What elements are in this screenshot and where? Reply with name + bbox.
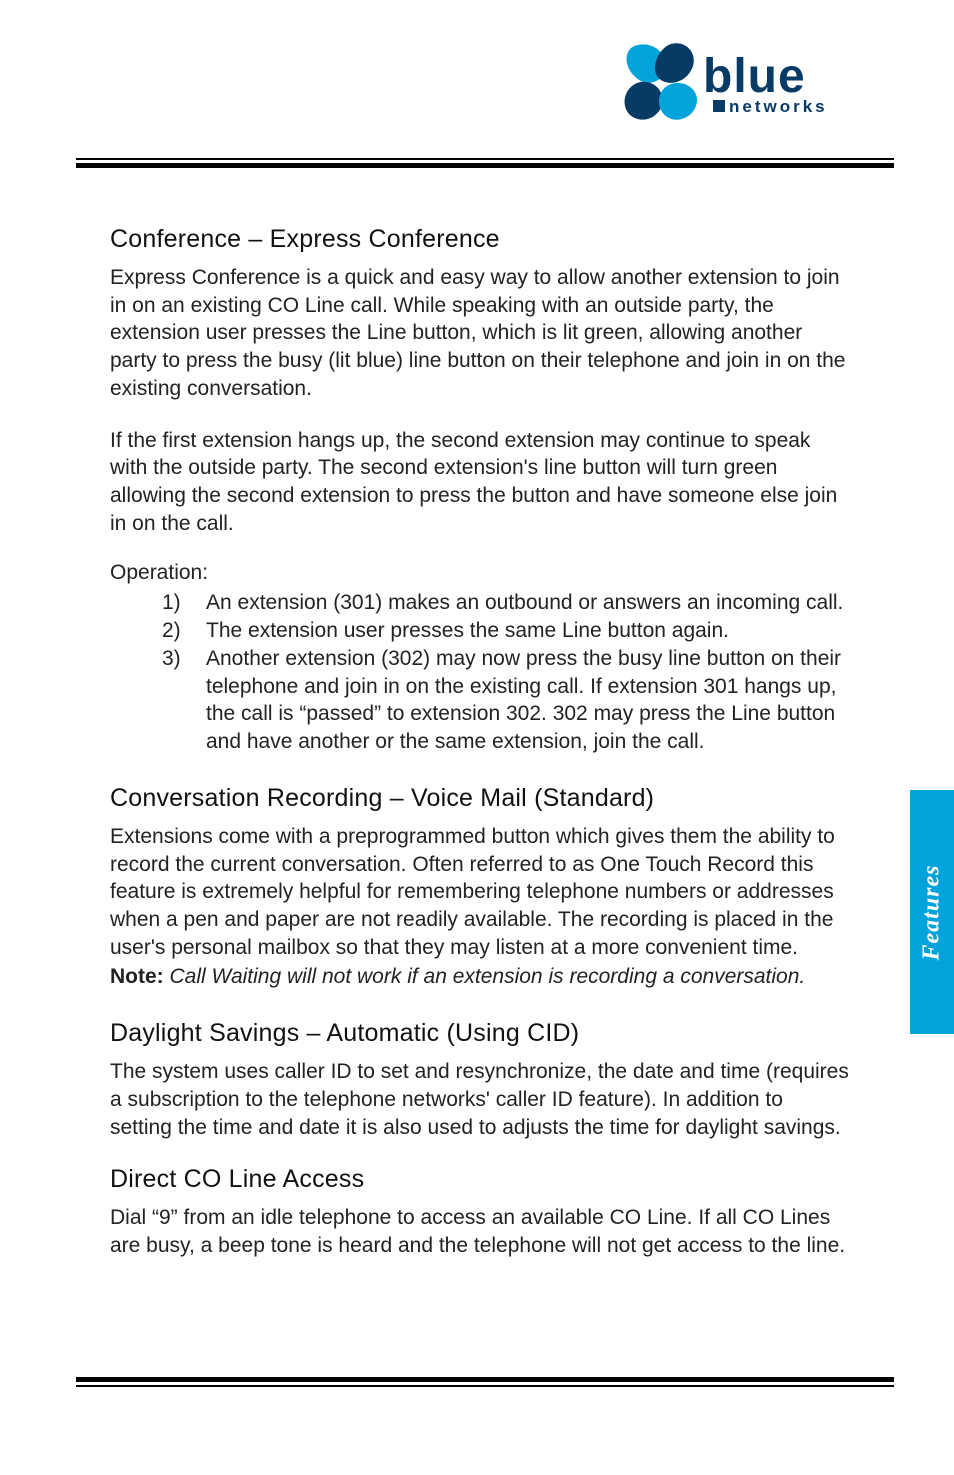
section-title-daylight-savings: Daylight Savings – Automatic (Using CID) [110, 1019, 850, 1048]
paragraph: Dial “9” from an idle telephone to acces… [110, 1204, 850, 1259]
step-text: Another extension (302) may now press th… [206, 645, 850, 756]
step-number: 3) [162, 645, 206, 756]
paragraph: If the first extension hangs up, the sec… [110, 427, 850, 538]
page: blue networks Conference – Express Confe… [0, 0, 954, 1475]
paragraph: Express Conference is a quick and easy w… [110, 264, 850, 403]
paragraph: The system uses caller ID to set and res… [110, 1058, 850, 1141]
note-label: Note: [110, 965, 164, 988]
step-text: An extension (301) makes an outbound or … [206, 589, 850, 617]
operation-label: Operation: [110, 561, 850, 585]
list-item: 2)The extension user presses the same Li… [162, 617, 850, 645]
logo-brand-text: blue [703, 50, 806, 103]
content: Conference – Express Conference Express … [110, 225, 850, 1284]
step-number: 2) [162, 617, 206, 645]
step-number: 1) [162, 589, 206, 617]
note: Note: Call Waiting will not work if an e… [110, 963, 850, 991]
operation-steps: 1)An extension (301) makes an outbound o… [162, 589, 850, 755]
paragraph: Extensions come with a preprogrammed but… [110, 823, 850, 962]
brand-logo: blue networks [621, 42, 876, 122]
list-item: 1)An extension (301) makes an outbound o… [162, 589, 850, 617]
step-text: The extension user presses the same Line… [206, 617, 850, 645]
side-tab-features: Features [910, 790, 954, 1034]
top-rule [76, 158, 894, 168]
section-title-express-conference: Conference – Express Conference [110, 225, 850, 254]
bottom-rule [76, 1377, 894, 1387]
header: blue networks [0, 0, 954, 160]
logo-sub-text: networks [729, 97, 828, 116]
list-item: 3)Another extension (302) may now press … [162, 645, 850, 756]
logo-x-icon [625, 43, 697, 120]
note-body: Call Waiting will not work if an extensi… [164, 965, 806, 988]
section-title-conversation-recording: Conversation Recording – Voice Mail (Sta… [110, 784, 850, 813]
section-title-direct-co-line: Direct CO Line Access [110, 1165, 850, 1194]
side-tab-label: Features [919, 864, 946, 960]
